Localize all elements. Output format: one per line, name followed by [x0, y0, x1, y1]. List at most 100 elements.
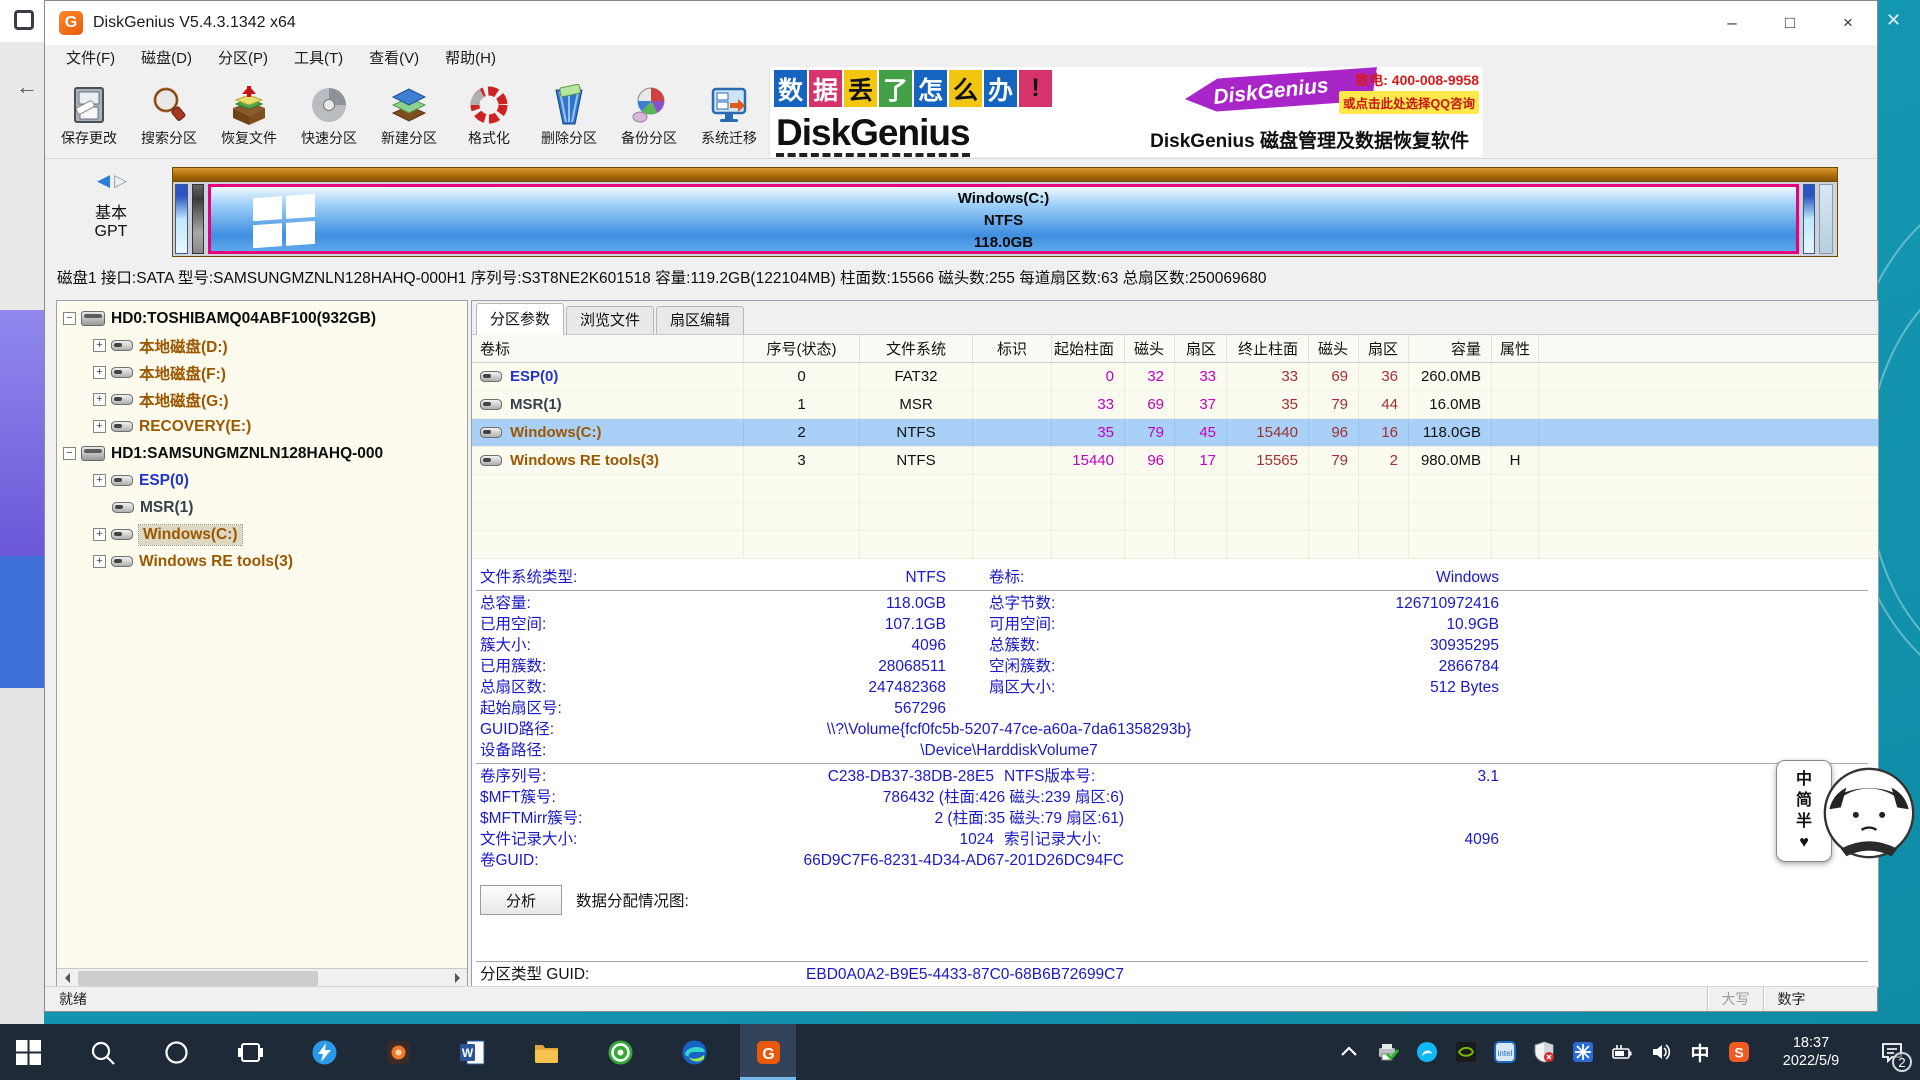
tree-item[interactable]: +本地磁盘(F:) [57, 359, 467, 386]
table-row[interactable]: ESP(0)0FAT3203233336936260.0MB [472, 363, 1878, 391]
tree-item[interactable]: −HD1:SAMSUNGMZNLN128HAHQ-000 [57, 440, 467, 467]
scrollbar-track[interactable] [76, 969, 448, 987]
toolbar-button-save-changes[interactable]: 保存更改 [49, 73, 129, 158]
menu-item-0[interactable]: 文件(F) [53, 45, 128, 73]
taskbar-edge-icon[interactable] [666, 1024, 722, 1080]
taskbar-browser360-icon[interactable] [592, 1024, 648, 1080]
partition-bar-windows-c[interactable]: Windows(C:) NTFS 118.0GB [208, 184, 1799, 254]
tree-horizontal-scrollbar[interactable] [57, 968, 467, 987]
notification-center-icon[interactable]: 2 [1870, 1024, 1914, 1080]
minimize-button[interactable]: – [1703, 1, 1761, 45]
scrollbar-thumb[interactable] [78, 971, 318, 986]
tray-battery[interactable] [1609, 1039, 1635, 1065]
close-button[interactable]: × [1819, 1, 1877, 45]
tree-item[interactable]: +本地磁盘(G:) [57, 386, 467, 413]
table-row[interactable]: Windows RE tools(3)3NTFS1544096171556579… [472, 447, 1878, 475]
ad-banner[interactable]: 数据丢了怎么办! DiskGenius DiskGenius DiskGeniu… [769, 67, 1483, 157]
analyze-button[interactable]: 分析 [480, 885, 562, 915]
maximize-button[interactable]: □ [1761, 1, 1819, 45]
table-row[interactable] [472, 475, 1878, 503]
toolbar-button-quick-partition[interactable]: 快速分区 [289, 73, 369, 158]
expand-icon[interactable]: + [93, 474, 106, 487]
taskbar-word-icon[interactable]: W [444, 1024, 500, 1080]
toolbar-button-search-partition[interactable]: 搜索分区 [129, 73, 209, 158]
tray-printer[interactable] [1375, 1039, 1401, 1065]
table-header-cell[interactable]: 卷标 [472, 335, 744, 362]
tree-item[interactable]: MSR(1) [57, 494, 467, 521]
taskbar-explorer-icon[interactable] [518, 1024, 574, 1080]
toolbar-button-new-partition[interactable]: 新建分区 [369, 73, 449, 158]
cartoon-face-widget[interactable] [1822, 766, 1916, 862]
expand-icon[interactable]: + [93, 528, 106, 541]
tray-intel[interactable]: intel [1492, 1039, 1518, 1065]
desktop-close-icon[interactable]: ✕ [1886, 10, 1901, 31]
taskbar-search-icon[interactable] [74, 1024, 130, 1080]
menu-item-1[interactable]: 磁盘(D) [128, 45, 205, 73]
collapse-icon[interactable]: − [63, 447, 76, 460]
partition-bar-msr[interactable] [192, 184, 204, 254]
table-header-cell[interactable]: 标识 [973, 335, 1052, 362]
tree-item[interactable]: +ESP(0) [57, 467, 467, 494]
taskbar-start-icon[interactable] [0, 1024, 56, 1080]
expand-icon[interactable]: + [93, 555, 106, 568]
tree-item[interactable]: +RECOVERY(E:) [57, 413, 467, 440]
taskbar-taskview-icon[interactable] [222, 1024, 278, 1080]
tree-item[interactable]: +Windows RE tools(3) [57, 548, 467, 575]
table-row[interactable]: MSR(1)1MSR33693735794416.0MB [472, 391, 1878, 419]
toolbar-button-system-migration[interactable]: 系统迁移 [689, 73, 769, 158]
tab-1[interactable]: 浏览文件 [566, 306, 654, 334]
table-header-cell[interactable]: 起始柱面 [1052, 335, 1125, 362]
menu-item-5[interactable]: 帮助(H) [432, 45, 509, 73]
tray-chevron-up[interactable] [1336, 1039, 1362, 1065]
tray-sogou[interactable]: S [1726, 1039, 1752, 1065]
ad-qq-link[interactable]: 或点击此处选择QQ咨询 [1339, 91, 1479, 114]
table-header-cell[interactable]: 属性 [1492, 335, 1539, 362]
table-row[interactable]: Windows(C:)2NTFS357945154409616118.0GB [472, 419, 1878, 447]
table-row[interactable] [472, 531, 1878, 559]
menu-item-4[interactable]: 查看(V) [356, 45, 432, 73]
tree-item[interactable]: +本地磁盘(D:) [57, 332, 467, 359]
menu-item-2[interactable]: 分区(P) [205, 45, 281, 73]
next-disk-icon[interactable]: ▷ [114, 171, 131, 190]
tray-nvidia[interactable] [1453, 1039, 1479, 1065]
taskbar-apps-box-icon[interactable] [370, 1024, 426, 1080]
tray-ime-zh[interactable]: 中 [1687, 1039, 1713, 1065]
table-header-cell[interactable]: 扇区 [1359, 335, 1409, 362]
table-header-cell[interactable]: 文件系统 [860, 335, 973, 362]
taskbar-clock[interactable]: 18:372022/5/9 [1765, 1034, 1857, 1070]
toolbar-button-delete-partition[interactable]: 删除分区 [529, 73, 609, 158]
table-header-cell[interactable]: 磁头 [1125, 335, 1175, 362]
taskbar-cortana-icon[interactable] [148, 1024, 204, 1080]
table-row[interactable] [472, 503, 1878, 531]
collapse-icon[interactable]: − [63, 312, 76, 325]
tree-item[interactable]: +Windows(C:) [57, 521, 467, 548]
tray-snowflake[interactable] [1570, 1039, 1596, 1065]
expand-icon[interactable]: + [93, 339, 106, 352]
expand-icon[interactable]: + [93, 420, 106, 433]
toolbar-button-recover-files[interactable]: 恢复文件 [209, 73, 289, 158]
tray-defender[interactable] [1531, 1039, 1557, 1065]
toolbar-button-format[interactable]: 格式化 [449, 73, 529, 158]
tray-volume[interactable] [1648, 1039, 1674, 1065]
table-header-cell[interactable]: 终止柱面 [1227, 335, 1309, 362]
table-header-cell[interactable]: 扇区 [1175, 335, 1227, 362]
partition-bar-recovery[interactable] [1803, 184, 1815, 254]
menu-item-3[interactable]: 工具(T) [281, 45, 356, 73]
taskbar-thunder-icon[interactable] [296, 1024, 352, 1080]
toolbar-button-backup-partition[interactable]: 备份分区 [609, 73, 689, 158]
tree-item[interactable]: −HD0:TOSHIBAMQ04ABF100(932GB) [57, 305, 467, 332]
expand-icon[interactable]: + [93, 366, 106, 379]
table-header-cell[interactable]: 序号(状态) [744, 335, 860, 362]
scroll-right-icon[interactable] [448, 969, 467, 987]
taskbar-diskgenius-icon[interactable]: G [740, 1024, 796, 1080]
scroll-left-icon[interactable] [57, 969, 76, 987]
tab-2[interactable]: 扇区编辑 [656, 306, 744, 334]
expand-icon[interactable]: + [93, 393, 106, 406]
table-header-cell[interactable]: 磁头 [1309, 335, 1359, 362]
previous-disk-icon[interactable]: ◀ [97, 171, 114, 190]
partition-bar-free[interactable] [1819, 184, 1833, 254]
tab-0[interactable]: 分区参数 [476, 303, 564, 335]
tray-tim[interactable] [1414, 1039, 1440, 1065]
table-header-cell[interactable]: 容量 [1409, 335, 1492, 362]
partition-bar-esp[interactable] [175, 184, 188, 254]
